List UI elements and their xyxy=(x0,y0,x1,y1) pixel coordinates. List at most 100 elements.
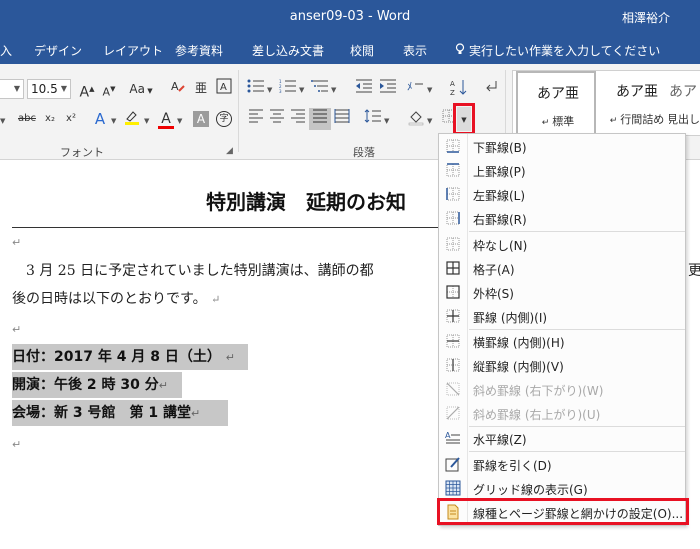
inside-horizontal-icon xyxy=(445,333,461,349)
diagonal-up-icon xyxy=(445,405,461,421)
align-right-icon[interactable] xyxy=(287,108,309,130)
underline-dropdown-icon[interactable]: ▼ xyxy=(0,117,5,125)
svg-text:A: A xyxy=(220,82,227,93)
body-line-2: 後の日時は以下のとおりです。 ↵ xyxy=(12,291,221,307)
bullets-dropdown-icon[interactable]: ▼ xyxy=(267,86,272,94)
tab-layout[interactable]: レイアウト xyxy=(103,42,163,59)
menu-item-right-border[interactable]: 右罫線(R) xyxy=(439,206,685,230)
multilevel-list-icon[interactable] xyxy=(309,78,331,100)
line-spacing-icon[interactable] xyxy=(362,108,384,130)
highlight-dropdown-icon[interactable]: ▼ xyxy=(144,117,149,125)
user-name[interactable]: 相澤裕介 xyxy=(622,9,670,26)
menu-item-inside-vertical[interactable]: 縦罫線 (内側)(V) xyxy=(439,353,685,377)
style-heading[interactable]: あア 見出し xyxy=(669,71,700,135)
enclose-characters-button[interactable]: 字 xyxy=(213,108,235,130)
paragraph-mark: ↵ xyxy=(12,323,22,336)
border-bottom-icon xyxy=(445,138,461,154)
horizontal-line-icon: A xyxy=(445,430,461,446)
menu-item-all-borders[interactable]: 格子(A) xyxy=(439,256,685,280)
tab-references[interactable]: 参考資料 xyxy=(175,42,223,59)
line-spacing-dropdown-icon[interactable]: ▼ xyxy=(384,117,389,125)
font-size-combo[interactable]: 10.5 ▼ xyxy=(27,79,71,99)
menu-item-inside-borders[interactable]: 罫線 (内側)(I) xyxy=(439,304,685,328)
increase-indent-icon[interactable] xyxy=(377,78,399,100)
character-border-icon[interactable]: A xyxy=(213,78,235,100)
highlight-color-icon[interactable] xyxy=(121,108,143,130)
justify-icon[interactable] xyxy=(309,108,331,130)
inside-vertical-icon xyxy=(445,357,461,373)
venue-line: 会場：新 3 号館 第 1 講堂↵ xyxy=(12,400,228,426)
body-line-1: 3 月 25 日に予定されていました特別講演は、講師の都 xyxy=(26,263,374,279)
all-borders-icon xyxy=(445,260,461,276)
tab-view[interactable]: 表示 xyxy=(403,42,427,59)
font-color-button[interactable]: A xyxy=(155,108,177,130)
font-name-combo[interactable]: ▼ xyxy=(0,79,24,99)
body-line-1-tail: 更 xyxy=(688,263,700,279)
svg-text:ﾒ: ﾒ xyxy=(407,80,413,93)
no-border-icon xyxy=(445,236,461,252)
font-color-dropdown-icon[interactable]: ▼ xyxy=(177,117,182,125)
borders-menu: 下罫線(B) 上罫線(P) 左罫線(L) 右罫線(R) 枠なし(N) 格子(A)… xyxy=(438,133,686,526)
align-center-icon[interactable] xyxy=(266,108,288,130)
paragraph-group-label: 段落 xyxy=(353,146,375,159)
paragraph-mark-icon: ↵ xyxy=(609,116,621,126)
change-case-button[interactable]: Aa ▼ xyxy=(126,78,156,100)
ribbon-tabs: 入 デザイン レイアウト 参考資料 差し込み文書 校閲 表示 実行したい作業を入… xyxy=(0,34,700,64)
sort-icon[interactable]: AZ xyxy=(448,78,470,100)
menu-item-inside-horizontal[interactable]: 横罫線 (内側)(H) xyxy=(439,329,685,353)
menu-item-draw-table[interactable]: 罫線を引く(D) xyxy=(439,452,685,476)
clear-formatting-icon[interactable]: A xyxy=(167,78,189,100)
tab-mailings[interactable]: 差し込み文書 xyxy=(252,42,324,59)
svg-text:Z: Z xyxy=(450,89,455,96)
grow-font-button[interactable]: A▲ xyxy=(76,78,98,101)
text-effects-button[interactable]: A xyxy=(89,108,111,130)
shading-icon[interactable] xyxy=(405,108,427,130)
tab-review[interactable]: 校閲 xyxy=(350,42,374,59)
superscript-button[interactable]: x² xyxy=(60,108,82,130)
subscript-button[interactable]: x₂ xyxy=(39,108,61,130)
character-shading-button[interactable]: A xyxy=(190,108,212,130)
numbering-icon[interactable]: 123 xyxy=(277,78,299,100)
borders-dropdown-highlight xyxy=(453,103,475,135)
shrink-font-button[interactable]: A▼ xyxy=(98,78,120,100)
menu-item-view-gridlines[interactable]: グリッド線の表示(G) xyxy=(439,476,685,500)
document-title: 特別講演 延期のお知 xyxy=(206,190,406,214)
tell-me-box[interactable]: 実行したい作業を入力してください xyxy=(455,42,660,59)
menu-item-no-border[interactable]: 枠なし(N) xyxy=(439,232,685,256)
multilevel-dropdown-icon[interactable]: ▼ xyxy=(331,86,336,94)
styles-gallery: あア亜 ↵ 標準 あア亜 ↵ 行間詰め あア 見出し xyxy=(512,70,700,136)
font-dialog-launcher-icon[interactable]: ◢ xyxy=(226,146,233,156)
shading-dropdown-icon[interactable]: ▼ xyxy=(427,117,432,125)
text-effects-dropdown-icon[interactable]: ▼ xyxy=(111,117,116,125)
asian-layout-icon[interactable]: ﾒ xyxy=(405,78,427,100)
start-time-line: 開演：午後 2 時 30 分↵ xyxy=(12,372,182,398)
bullets-icon[interactable] xyxy=(245,78,267,100)
paragraph-mark: ↵ xyxy=(12,438,22,451)
menu-item-left-border[interactable]: 左罫線(L) xyxy=(439,182,685,206)
phonetic-guide-icon[interactable]: 亜 xyxy=(190,78,212,100)
view-gridlines-icon xyxy=(445,480,461,496)
inside-borders-icon xyxy=(445,308,461,324)
font-group-label: フォント xyxy=(60,146,104,159)
title-bar: anser09-03 - Word 相澤裕介 xyxy=(0,0,700,34)
decrease-indent-icon[interactable] xyxy=(353,78,375,100)
menu-item-top-border[interactable]: 上罫線(P) xyxy=(439,158,685,182)
style-no-spacing[interactable]: あア亜 ↵ 行間詰め xyxy=(597,71,677,135)
border-left-icon xyxy=(445,186,461,202)
font-size-value: 10.5 xyxy=(31,82,58,96)
menu-item-diagonal-down: 斜め罫線 (右下がり)(W) xyxy=(439,377,685,401)
date-line: 日付：2017 年 4 月 8 日（土） ↵ xyxy=(12,344,248,370)
tab-design[interactable]: デザイン xyxy=(34,42,82,59)
distributed-icon[interactable] xyxy=(331,108,353,130)
menu-item-horizontal-line[interactable]: A 水平線(Z) xyxy=(439,426,685,450)
align-left-icon[interactable] xyxy=(245,108,267,130)
strikethrough-button[interactable]: abc xyxy=(14,108,40,130)
menu-item-bottom-border[interactable]: 下罫線(B) xyxy=(439,134,685,158)
outside-borders-icon xyxy=(445,284,461,300)
menu-item-outside-borders[interactable]: 外枠(S) xyxy=(439,280,685,304)
show-formatting-marks-icon[interactable] xyxy=(480,78,502,100)
numbering-dropdown-icon[interactable]: ▼ xyxy=(299,86,304,94)
tab-insert[interactable]: 入 xyxy=(0,42,12,59)
asian-layout-dropdown-icon[interactable]: ▼ xyxy=(427,86,432,94)
style-normal[interactable]: あア亜 ↵ 標準 xyxy=(516,71,596,135)
